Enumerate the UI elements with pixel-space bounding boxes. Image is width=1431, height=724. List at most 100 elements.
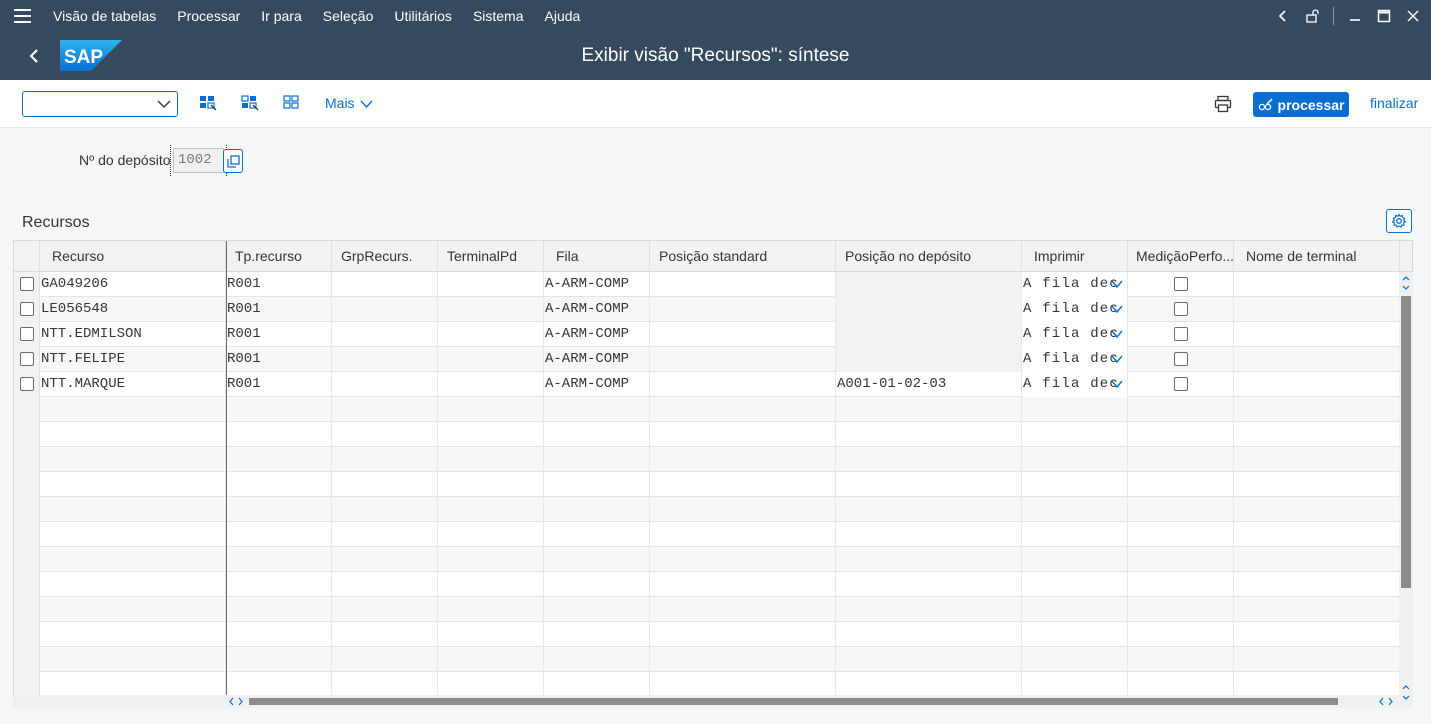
table-row[interactable] [14, 522, 1400, 547]
cell-pos-std[interactable] [650, 422, 836, 447]
cell-tp[interactable] [226, 447, 332, 472]
cell-fila[interactable] [544, 547, 650, 572]
cell-pos-dep[interactable]: A001-01-02-03 [836, 372, 1022, 397]
table-row[interactable]: NTT.MARQUE R001 A-ARM-COMP A001-01-02-03 A f… [14, 372, 1400, 397]
cell-nome-term[interactable] [1234, 447, 1400, 472]
cell-fila[interactable] [544, 472, 650, 497]
cell-terminal[interactable] [438, 647, 544, 672]
cell-grp[interactable] [332, 472, 438, 497]
cell-medicao[interactable] [1128, 547, 1234, 572]
scroll-left-right-icon[interactable] [226, 696, 246, 707]
row-selector[interactable] [14, 297, 40, 322]
cell-tp[interactable]: R001 [226, 297, 332, 322]
cell-recurso[interactable] [40, 597, 226, 622]
cell-fila[interactable] [544, 597, 650, 622]
cell-medicao[interactable] [1128, 372, 1234, 397]
select-all-icon[interactable] [199, 94, 217, 112]
cell-imprimir[interactable] [1022, 447, 1128, 472]
cell-recurso[interactable] [40, 397, 226, 422]
cell-recurso[interactable] [40, 672, 226, 697]
cell-pos-std[interactable] [650, 397, 836, 422]
row-selector[interactable] [14, 472, 40, 497]
performance-checkbox[interactable] [1174, 352, 1188, 366]
cell-tp[interactable]: R001 [226, 347, 332, 372]
cell-pos-dep[interactable] [836, 347, 1022, 372]
hamburger-menu-icon[interactable] [0, 0, 44, 32]
cell-tp[interactable]: R001 [226, 272, 332, 297]
cell-pos-std[interactable] [650, 597, 836, 622]
cell-pos-dep[interactable] [836, 272, 1022, 297]
row-selector[interactable] [14, 322, 40, 347]
cell-grp[interactable] [332, 647, 438, 672]
menu-sistema[interactable]: Sistema [462, 0, 534, 32]
table-settings-button[interactable] [1386, 209, 1412, 233]
cell-pos-std[interactable] [650, 672, 836, 697]
cell-tp[interactable] [226, 622, 332, 647]
cell-pos-dep[interactable] [836, 572, 1022, 597]
warehouse-field[interactable]: 1002 [173, 148, 224, 173]
variant-dropdown[interactable] [22, 91, 178, 117]
cell-grp[interactable] [332, 272, 438, 297]
cell-pos-std[interactable] [650, 572, 836, 597]
collapse-icon[interactable] [1268, 0, 1297, 32]
chevron-down-icon[interactable] [1110, 377, 1124, 391]
table-row[interactable] [14, 672, 1400, 697]
cell-medicao[interactable] [1128, 672, 1234, 697]
row-selector[interactable] [14, 422, 40, 447]
row-select-checkbox[interactable] [20, 352, 34, 366]
cell-nome-term[interactable] [1234, 272, 1400, 297]
cell-medicao[interactable] [1128, 422, 1234, 447]
maximize-icon[interactable] [1369, 0, 1398, 32]
value-help-button[interactable] [223, 149, 243, 173]
vertical-scrollbar[interactable] [1399, 272, 1413, 708]
cell-terminal[interactable] [438, 347, 544, 372]
cell-terminal[interactable] [438, 672, 544, 697]
cell-recurso[interactable] [40, 447, 226, 472]
cell-nome-term[interactable] [1234, 347, 1400, 372]
cell-pos-dep[interactable] [836, 647, 1022, 672]
column-header[interactable]: TerminalPd [438, 241, 544, 272]
cell-tp[interactable] [226, 572, 332, 597]
cell-tp[interactable] [226, 522, 332, 547]
cell-tp[interactable] [226, 647, 332, 672]
table-row[interactable] [14, 472, 1400, 497]
cell-terminal[interactable] [438, 572, 544, 597]
cell-medicao[interactable] [1128, 622, 1234, 647]
cell-medicao[interactable] [1128, 272, 1234, 297]
cell-medicao[interactable] [1128, 647, 1234, 672]
row-selector[interactable] [14, 397, 40, 422]
row-selector[interactable] [14, 522, 40, 547]
cell-imprimir[interactable]: A fila dec [1022, 297, 1128, 322]
cell-pos-dep[interactable] [836, 322, 1022, 347]
row-selector[interactable] [14, 347, 40, 372]
cell-tp[interactable]: R001 [226, 372, 332, 397]
cell-grp[interactable] [332, 322, 438, 347]
cell-tp[interactable] [226, 422, 332, 447]
cell-fila[interactable]: A-ARM-COMP [544, 347, 650, 372]
table-row[interactable] [14, 447, 1400, 472]
cell-recurso[interactable]: LE056548 [40, 297, 226, 322]
cell-fila[interactable] [544, 572, 650, 597]
cell-recurso[interactable] [40, 472, 226, 497]
cell-grp[interactable] [332, 422, 438, 447]
cell-fila[interactable] [544, 647, 650, 672]
cell-nome-term[interactable] [1234, 522, 1400, 547]
cell-nome-term[interactable] [1234, 572, 1400, 597]
cell-grp[interactable] [332, 547, 438, 572]
cell-nome-term[interactable] [1234, 622, 1400, 647]
unlock-icon[interactable] [1297, 0, 1326, 32]
minimize-icon[interactable] [1340, 0, 1369, 32]
cell-medicao[interactable] [1128, 322, 1234, 347]
cell-imprimir[interactable] [1022, 472, 1128, 497]
cell-nome-term[interactable] [1234, 397, 1400, 422]
cell-recurso[interactable] [40, 422, 226, 447]
cell-tp[interactable]: R001 [226, 322, 332, 347]
cell-imprimir[interactable] [1022, 597, 1128, 622]
row-selector[interactable] [14, 622, 40, 647]
cell-recurso[interactable] [40, 522, 226, 547]
column-header[interactable]: MediçãoPerfo... [1128, 241, 1234, 272]
cell-pos-std[interactable] [650, 322, 836, 347]
cell-imprimir[interactable] [1022, 547, 1128, 572]
table-row[interactable] [14, 397, 1400, 422]
scroll-thumb[interactable] [249, 698, 1338, 705]
